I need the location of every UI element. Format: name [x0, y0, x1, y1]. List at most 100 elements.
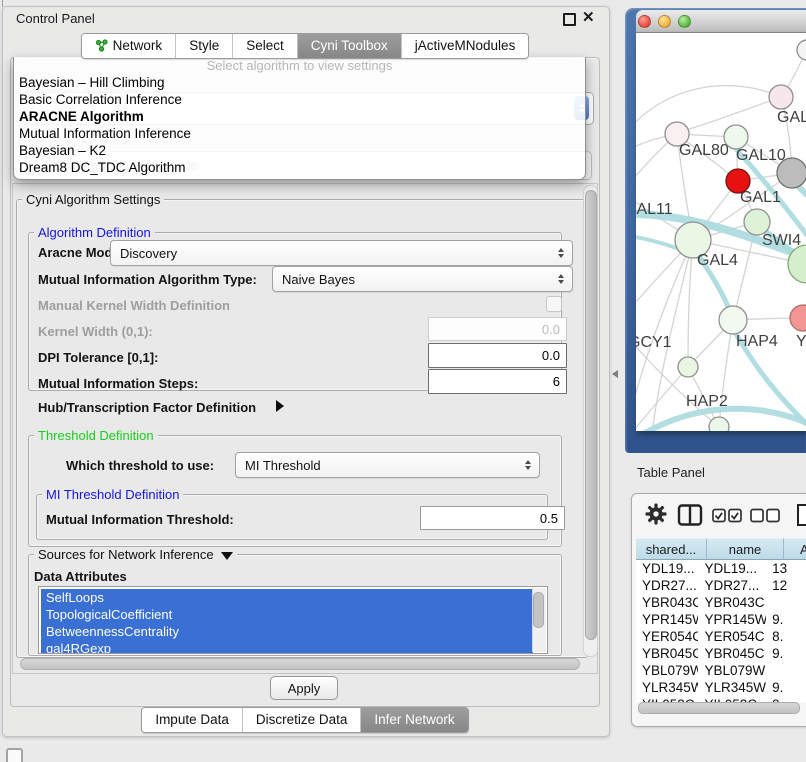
manual-kernel-label: Manual Kernel Width Definition: [38, 298, 230, 313]
table-cell: YBR043C: [636, 594, 698, 611]
deselect-all-checkboxes-icon[interactable]: [750, 508, 780, 524]
mi-threshold-definition-title: MI Threshold Definition: [42, 487, 183, 502]
sources-group-title[interactable]: Sources for Network Inference: [34, 547, 237, 562]
table-cell: 9.: [766, 611, 806, 628]
settings-vscrollbar-thumb[interactable]: [585, 190, 597, 640]
table-row[interactable]: YBR043CYBR043C: [636, 594, 806, 611]
splitter-collapse-icon[interactable]: [612, 370, 618, 378]
aracne-mode-combo[interactable]: Discovery: [110, 240, 573, 266]
which-threshold-value: MI Threshold: [245, 458, 522, 473]
network-node-y[interactable]: [790, 305, 806, 331]
algo-item-basic-correlation-inference[interactable]: Basic Correlation Inference: [14, 91, 585, 108]
hub-definition-label[interactable]: Hub/Transcription Factor Definition: [38, 400, 256, 415]
table-row[interactable]: YLR345WYLR345W9.: [636, 679, 806, 696]
attr-item-selfloops[interactable]: SelfLoops: [41, 589, 533, 606]
algo-item-dream8-dc-tdc-algorithm[interactable]: Dream8 DC_TDC Algorithm: [14, 159, 585, 176]
table-row[interactable]: YER054CYER054C8.: [636, 628, 806, 645]
minimize-traffic-light-icon[interactable]: [658, 15, 671, 28]
node-label: GAL: [777, 109, 806, 126]
attr-item-topologicalcoefficient[interactable]: TopologicalCoefficient: [41, 606, 533, 623]
table-row[interactable]: YBL079WYBL079W: [636, 662, 806, 679]
kernel-width-label: Kernel Width (0,1):: [38, 324, 153, 339]
table-cell: YDR27...: [698, 577, 766, 594]
column-header-a[interactable]: A: [784, 538, 806, 560]
list-scrollbar[interactable]: [532, 588, 546, 652]
tab-label: Impute Data: [155, 712, 229, 727]
tab-label: Discretize Data: [256, 712, 348, 727]
network-node-gal10[interactable]: [724, 125, 748, 149]
collapse-arrow-icon[interactable]: [221, 552, 233, 560]
dock-panel-icon[interactable]: [6, 748, 23, 762]
mi-threshold-input[interactable]: [420, 506, 565, 530]
tab-infer-network[interactable]: Infer Network: [360, 708, 467, 732]
which-threshold-label: Which threshold to use:: [66, 458, 214, 473]
control-panel-tabs: NetworkStyleSelect Cyni Toolbox jActiveMNo…: [81, 33, 530, 59]
column-header-name[interactable]: name: [707, 538, 784, 560]
tab-cyni-toolbox[interactable]: Cyni Toolbox: [297, 34, 401, 58]
network-node-unlabeled[interactable]: [777, 158, 806, 188]
screen: Control Panel ✕ Inference Algorithm gal-…: [0, 0, 806, 762]
close-icon[interactable]: ✕: [582, 8, 595, 26]
table-cell: 9.: [766, 679, 806, 696]
mi-type-combo[interactable]: Naive Bayes: [272, 266, 573, 292]
split-columns-icon[interactable]: [677, 503, 703, 527]
data-attributes-list[interactable]: SelfLoopsTopologicalCoefficientBetweenne…: [38, 586, 548, 654]
network-node-gal[interactable]: [769, 85, 793, 109]
list-scrollbar-thumb[interactable]: [533, 592, 544, 628]
expand-arrow-icon[interactable]: [276, 400, 284, 412]
table-row[interactable]: YBR045CYBR045C9.: [636, 645, 806, 662]
network-view-canvas[interactable]: GALGAL80GAL10GAL1GAL11SWI4GAL4GCY1HAP4YH…: [636, 33, 806, 431]
table-cell: [766, 662, 806, 679]
zoom-traffic-light-icon[interactable]: [678, 15, 691, 28]
algo-item-mutual-information-inference[interactable]: Mutual Information Inference: [14, 125, 585, 142]
algo-item-aracne-algorithm[interactable]: ARACNE Algorithm: [14, 108, 585, 125]
cyni-settings-group-title: Cyni Algorithm Settings: [22, 192, 164, 207]
dpi-tolerance-input[interactable]: [428, 343, 567, 368]
network-node-unlabeled[interactable]: [797, 40, 806, 60]
table-row[interactable]: YDL19...YDL19...13: [636, 560, 806, 577]
tab-select[interactable]: Select: [232, 34, 297, 58]
manual-kernel-checkbox[interactable]: [546, 296, 562, 312]
which-threshold-combo[interactable]: MI Threshold: [235, 452, 540, 478]
settings-hscrollbar-thumb[interactable]: [20, 658, 580, 670]
apply-button[interactable]: Apply: [270, 676, 338, 700]
new-table-icon[interactable]: [796, 503, 806, 527]
attr-item-betweennesscentrality[interactable]: BetweennessCentrality: [41, 623, 533, 640]
column-header-shared[interactable]: shared...: [636, 538, 707, 560]
network-icon: [95, 39, 108, 52]
table-cell: YER054C: [698, 628, 766, 645]
table-row[interactable]: YPR145WYPR145W9.: [636, 611, 806, 628]
network-edge: [689, 97, 781, 129]
aracne-mode-value: Discovery: [120, 246, 555, 261]
threshold-definition-title: Threshold Definition: [34, 428, 158, 443]
table-row[interactable]: YDR27...YDR27...12: [636, 577, 806, 594]
float-window-icon[interactable]: [563, 13, 576, 26]
dropdown-placeholder: Select algorithm to view settings: [14, 58, 585, 74]
algorithm-dropdown-popup: Select algorithm to view settings Bayesi…: [13, 57, 586, 180]
table-cell: [766, 594, 806, 611]
tab-discretize-data[interactable]: Discretize Data: [242, 708, 361, 732]
algo-item-bayesian-hill-climbing[interactable]: Bayesian – Hill Climbing: [14, 74, 585, 91]
mi-type-value: Naive Bayes: [282, 272, 555, 287]
tab-network[interactable]: Network: [82, 34, 176, 58]
tab-jactivemnodules[interactable]: jActiveMNodules: [401, 34, 529, 58]
algo-item-bayesian-k2[interactable]: Bayesian – K2: [14, 142, 585, 159]
node-label: GAL11: [636, 201, 673, 218]
tab-style[interactable]: Style: [175, 34, 232, 58]
attr-item-gal4rgexp[interactable]: gal4RGexp: [41, 640, 533, 654]
kernel-width-input[interactable]: [428, 317, 567, 341]
network-node-hap2[interactable]: [678, 357, 698, 377]
mi-steps-input[interactable]: [428, 369, 567, 394]
select-all-checkboxes-icon[interactable]: [712, 508, 742, 524]
table-header: shared...nameA: [636, 538, 806, 560]
network-node-unlabeled[interactable]: [709, 417, 729, 431]
close-traffic-light-icon[interactable]: [638, 15, 651, 28]
table-cell: 8.: [766, 628, 806, 645]
mi-steps-label: Mutual Information Steps:: [38, 376, 198, 391]
gear-icon[interactable]: [645, 503, 667, 525]
tab-impute-data[interactable]: Impute Data: [142, 708, 242, 732]
tab-label: Cyni Toolbox: [311, 38, 388, 53]
stepper-icon: [522, 460, 534, 470]
table-hscrollbar-thumb[interactable]: [638, 702, 800, 714]
network-node-hap4[interactable]: [719, 306, 747, 334]
